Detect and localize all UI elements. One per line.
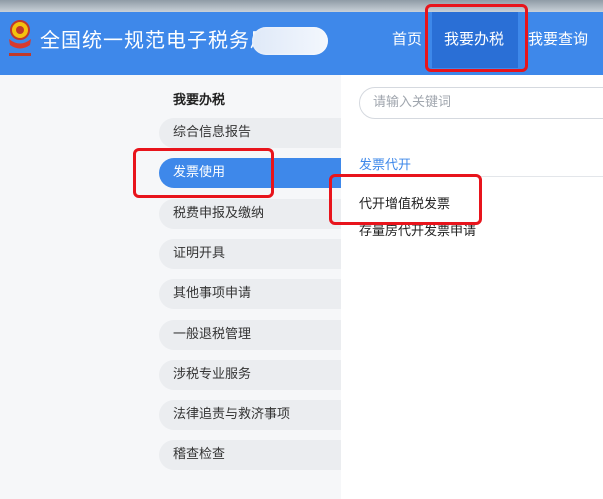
sidebar-item-label: 法律追责与救济事项 (173, 407, 291, 422)
sidebar-item-legal-remedy[interactable]: 法律追责与救济事项 (159, 400, 341, 430)
search-placeholder: 请输入关键词 (373, 95, 452, 110)
sidebar-item-refund[interactable]: 一般退税管理 (159, 320, 341, 350)
sidebar-item-inspection[interactable]: 稽查检查 (159, 440, 341, 470)
highlight-invoice-use (133, 148, 274, 198)
sidebar-item-label: 一般退税管理 (173, 327, 252, 342)
sidebar-title: 我要办税 (173, 93, 226, 108)
highlight-issue-vat-invoice (329, 174, 482, 225)
sidebar-item-other-requests[interactable]: 其他事项申请 (159, 279, 341, 309)
tax-emblem-icon (9, 20, 31, 56)
content-panel (341, 75, 603, 499)
highlight-nav-handle-tax (425, 4, 528, 72)
search-input[interactable]: 请输入关键词 (359, 87, 603, 119)
user-account-pill[interactable] (252, 27, 328, 55)
sidebar-item-info-report[interactable]: 综合信息报告 (159, 118, 341, 148)
sidebar-item-label: 税费申报及缴纳 (173, 206, 265, 221)
sidebar-item-professional-services[interactable]: 涉税专业服务 (159, 360, 341, 390)
sidebar-item-label: 综合信息报告 (173, 125, 252, 140)
sidebar-item-certificate[interactable]: 证明开具 (159, 239, 341, 269)
sidebar-item-label: 涉税专业服务 (173, 367, 252, 382)
sidebar-item-label: 稽查检查 (173, 447, 226, 462)
site-title[interactable]: 全国统一规范电子税务局 (40, 24, 271, 53)
sidebar-item-label: 证明开具 (173, 246, 226, 261)
nav-query[interactable]: 我要查询 (528, 24, 588, 54)
section-title: 发票代开 (359, 158, 412, 173)
sidebar-item-label: 其他事项申请 (173, 286, 252, 301)
sidebar-item-tax-declaration[interactable]: 税费申报及缴纳 (159, 199, 341, 229)
nav-home[interactable]: 首页 (392, 24, 422, 54)
